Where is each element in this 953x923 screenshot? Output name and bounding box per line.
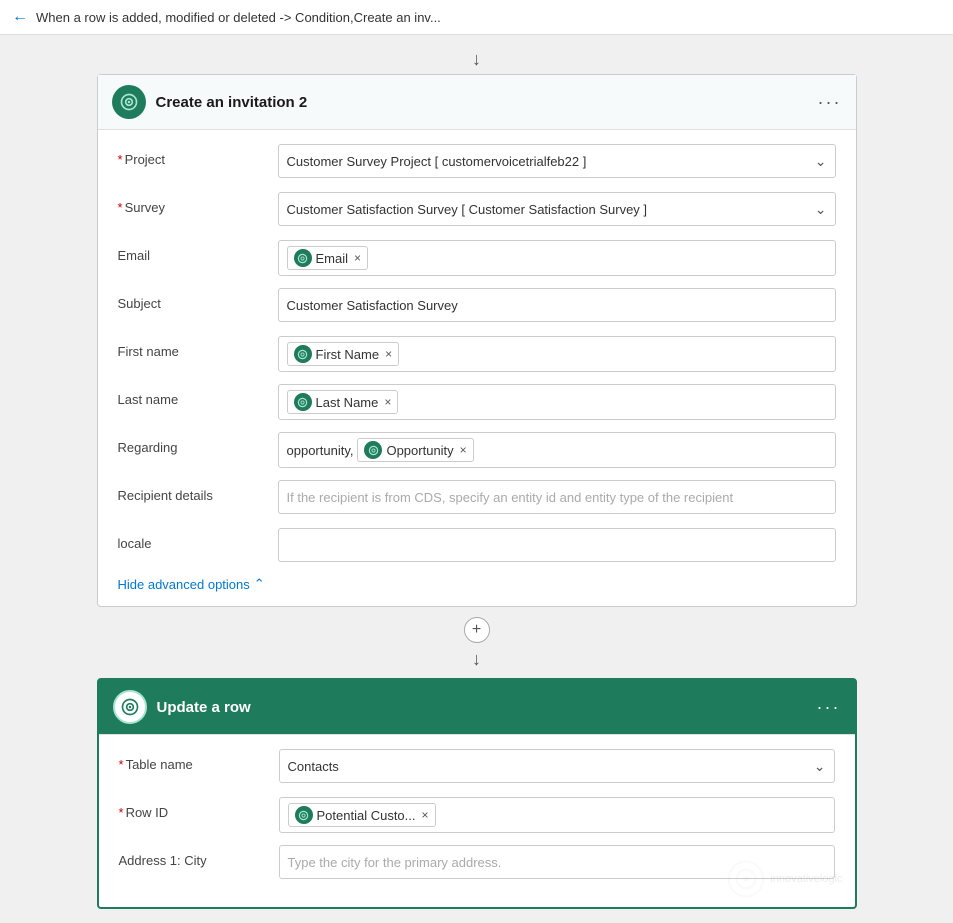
regarding-tag-icon [364, 441, 382, 459]
card1-icon [112, 85, 146, 119]
card1-menu-button[interactable]: ··· [818, 92, 842, 113]
firstname-label: First name [118, 336, 278, 359]
connector-arrow-top: ↓ [472, 49, 481, 70]
locale-row: locale [118, 528, 836, 564]
tablename-chevron-icon: ⌄ [814, 758, 826, 775]
tablename-row: *Table name Contacts ⌄ [119, 749, 835, 785]
connector-arrow-mid: ↓ [472, 649, 481, 670]
survey-row: *Survey Customer Satisfaction Survey [ C… [118, 192, 836, 228]
add-step-connector: + ↓ [464, 615, 490, 674]
tablename-label: *Table name [119, 749, 279, 772]
rowid-tag-icon [295, 806, 313, 824]
rowid-row: *Row ID Potential Custo... × [119, 797, 835, 833]
recipient-field[interactable]: If the recipient is from CDS, specify an… [278, 480, 836, 514]
rowid-tag-close[interactable]: × [422, 808, 429, 822]
recipient-row: Recipient details If the recipient is fr… [118, 480, 836, 516]
back-button[interactable]: ← [12, 8, 28, 26]
project-row: *Project Customer Survey Project [ custo… [118, 144, 836, 180]
survey-chevron-icon: ⌄ [815, 201, 827, 218]
email-row: Email Email × [118, 240, 836, 276]
rowid-field[interactable]: Potential Custo... × [279, 797, 835, 833]
tablename-dropdown[interactable]: Contacts ⌄ [279, 749, 835, 783]
lastname-row: Last name Last Name × [118, 384, 836, 420]
email-tag-label: Email [316, 251, 349, 266]
regarding-prefix: opportunity, [287, 443, 354, 458]
firstname-tag-close[interactable]: × [385, 347, 392, 361]
lastname-field[interactable]: Last Name × [278, 384, 836, 420]
lastname-label: Last name [118, 384, 278, 407]
regarding-field[interactable]: opportunity, Opportunity × [278, 432, 836, 468]
regarding-tag-close[interactable]: × [460, 443, 467, 457]
lastname-tag-label: Last Name [316, 395, 379, 410]
card1-header-left: Create an invitation 2 [112, 85, 308, 119]
rowid-tag: Potential Custo... × [288, 803, 436, 827]
address-placeholder: Type the city for the primary address. [288, 855, 502, 870]
locale-label: locale [118, 528, 278, 551]
create-invitation-card: Create an invitation 2 ··· *Project Cust… [97, 74, 857, 607]
locale-field[interactable] [278, 528, 836, 562]
recipient-label: Recipient details [118, 480, 278, 503]
tablename-required: * [119, 757, 124, 772]
project-chevron-icon: ⌄ [815, 153, 827, 170]
subject-value: Customer Satisfaction Survey [287, 298, 458, 313]
lastname-tag-close[interactable]: × [384, 395, 391, 409]
project-required: * [118, 152, 123, 167]
recipient-placeholder: If the recipient is from CDS, specify an… [287, 490, 734, 505]
lastname-tag: Last Name × [287, 390, 399, 414]
card2-header: Update a row ··· [99, 680, 855, 735]
main-content: ↓ Create an invitation 2 ··· *Projec [0, 35, 953, 923]
survey-required: * [118, 200, 123, 215]
address-label: Address 1: City [119, 845, 279, 868]
firstname-row: First name First Name × [118, 336, 836, 372]
regarding-tag-label: Opportunity [386, 443, 453, 458]
update-row-card: Update a row ··· *Table name Contacts ⌄ [97, 678, 857, 909]
subject-label: Subject [118, 288, 278, 311]
project-label: *Project [118, 144, 278, 167]
top-title: When a row is added, modified or deleted… [36, 10, 441, 25]
watermark: innovativelogic [726, 859, 842, 899]
hide-advanced-button[interactable]: Hide advanced options ⌃ [118, 576, 836, 592]
watermark-text: innovativelogic [770, 873, 842, 885]
regarding-tag: Opportunity × [357, 438, 473, 462]
project-value: Customer Survey Project [ customervoicet… [287, 154, 587, 169]
firstname-field[interactable]: First Name × [278, 336, 836, 372]
firstname-tag-label: First Name [316, 347, 380, 362]
email-tag-close[interactable]: × [354, 251, 361, 265]
lastname-tag-icon [294, 393, 312, 411]
card2-menu-button[interactable]: ··· [817, 697, 841, 718]
survey-label: *Survey [118, 192, 278, 215]
survey-value: Customer Satisfaction Survey [ Customer … [287, 202, 648, 217]
top-bar: ← When a row is added, modified or delet… [0, 0, 953, 35]
add-step-button[interactable]: + [464, 617, 490, 643]
card2-body-wrapper: *Table name Contacts ⌄ *Row ID [99, 735, 855, 907]
regarding-row: Regarding opportunity, Opportunity × [118, 432, 836, 468]
card2-header-left: Update a row [113, 690, 251, 724]
email-tag-icon [294, 249, 312, 267]
email-field[interactable]: Email × [278, 240, 836, 276]
email-tag: Email × [287, 246, 369, 270]
rowid-tag-label: Potential Custo... [317, 808, 416, 823]
card2-icon [113, 690, 147, 724]
card1-body: *Project Customer Survey Project [ custo… [98, 130, 856, 606]
regarding-label: Regarding [118, 432, 278, 455]
firstname-tag: First Name × [287, 342, 400, 366]
rowid-label: *Row ID [119, 797, 279, 820]
rowid-required: * [119, 805, 124, 820]
hide-advanced-chevron-icon: ⌃ [254, 576, 265, 592]
subject-row: Subject Customer Satisfaction Survey [118, 288, 836, 324]
survey-dropdown[interactable]: Customer Satisfaction Survey [ Customer … [278, 192, 836, 226]
card2-title: Update a row [157, 699, 251, 716]
firstname-tag-icon [294, 345, 312, 363]
project-dropdown[interactable]: Customer Survey Project [ customervoicet… [278, 144, 836, 178]
tablename-value: Contacts [288, 759, 339, 774]
card1-header: Create an invitation 2 ··· [98, 75, 856, 130]
email-label: Email [118, 240, 278, 263]
subject-field[interactable]: Customer Satisfaction Survey [278, 288, 836, 322]
hide-advanced-label: Hide advanced options [118, 577, 250, 592]
card1-title: Create an invitation 2 [156, 94, 308, 111]
